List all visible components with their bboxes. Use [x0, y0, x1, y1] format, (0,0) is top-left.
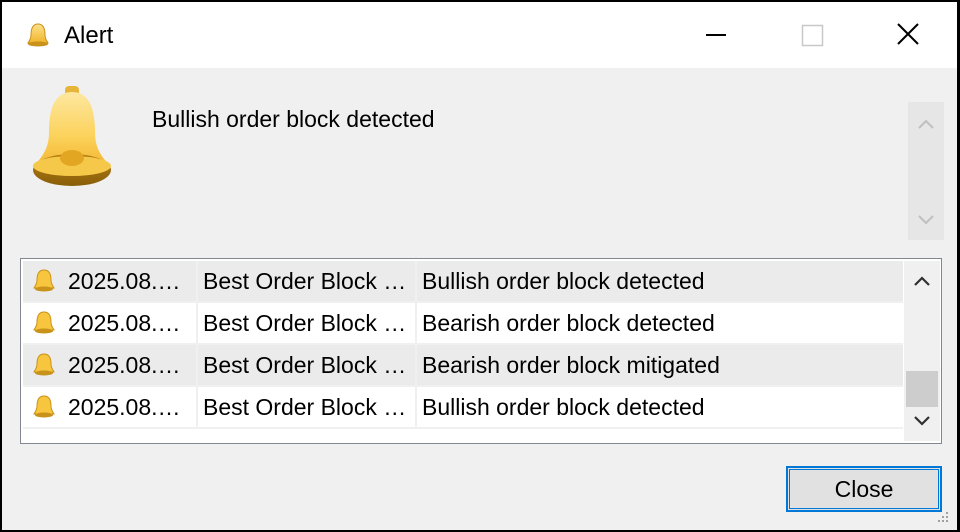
message-area: Bullish order block detected [2, 68, 957, 258]
bell-icon [33, 303, 57, 343]
alert-expert: Best Order Block … [203, 268, 407, 294]
title-bar[interactable]: Alert [2, 2, 957, 68]
alert-time: 2025.08.… [68, 268, 181, 294]
table-row[interactable]: 2025.08.… Best Order Block … Bearish order… [23, 345, 903, 387]
resize-grip-icon[interactable] [932, 508, 952, 528]
alert-history-list[interactable]: 2025.08.… Best Order Block … Bullish order… [20, 258, 942, 444]
alert-expert: Best Order Block … [203, 310, 407, 336]
column-separator [415, 345, 417, 385]
minimize-icon [706, 34, 726, 36]
column-separator [196, 303, 198, 343]
table-row[interactable]: 2025.08.… Best Order Block … Bearish order… [23, 303, 903, 345]
column-separator [415, 387, 417, 427]
alert-time: 2025.08.… [68, 352, 181, 378]
close-icon [897, 23, 919, 45]
focus-ring [789, 469, 939, 509]
column-separator [196, 387, 198, 427]
alert-text: Bullish order block detected [422, 268, 705, 294]
scroll-down-icon[interactable] [912, 413, 932, 429]
alert-expert: Best Order Block … [203, 352, 407, 378]
alert-rows: 2025.08.… Best Order Block … Bullish order… [23, 261, 903, 429]
column-separator [196, 261, 198, 301]
bell-icon [33, 345, 57, 385]
bell-icon [33, 261, 57, 301]
maximize-button[interactable] [792, 12, 832, 56]
alert-window: Alert Bullish order block detected 2025.… [2, 2, 957, 530]
maximize-icon [801, 24, 824, 47]
column-separator [196, 345, 198, 385]
alert-text: Bearish order block mitigated [422, 352, 720, 378]
window-title: Alert [64, 22, 114, 49]
scroll-down-icon[interactable] [916, 212, 936, 228]
message-scrollbar[interactable] [908, 102, 944, 240]
alert-time: 2025.08.… [68, 310, 181, 336]
alert-text: Bearish order block detected [422, 310, 715, 336]
scroll-thumb[interactable] [906, 371, 938, 407]
list-scrollbar[interactable] [904, 261, 940, 441]
minimize-button[interactable] [696, 12, 736, 56]
bell-icon [33, 387, 57, 427]
close-button[interactable]: Close [786, 466, 942, 512]
bell-icon [33, 86, 111, 186]
table-row[interactable]: 2025.08.… Best Order Block … Bullish order… [23, 387, 903, 429]
column-separator [415, 303, 417, 343]
alert-text: Bullish order block detected [422, 394, 705, 420]
alert-time: 2025.08.… [68, 394, 181, 420]
close-window-button[interactable] [888, 12, 928, 56]
column-separator [415, 261, 417, 301]
scroll-up-icon[interactable] [916, 116, 936, 132]
scroll-up-icon[interactable] [912, 273, 932, 289]
alert-expert: Best Order Block … [203, 394, 407, 420]
table-row[interactable]: 2025.08.… Best Order Block … Bullish order… [23, 261, 903, 303]
bell-icon [27, 23, 49, 47]
alert-message: Bullish order block detected [152, 106, 435, 132]
